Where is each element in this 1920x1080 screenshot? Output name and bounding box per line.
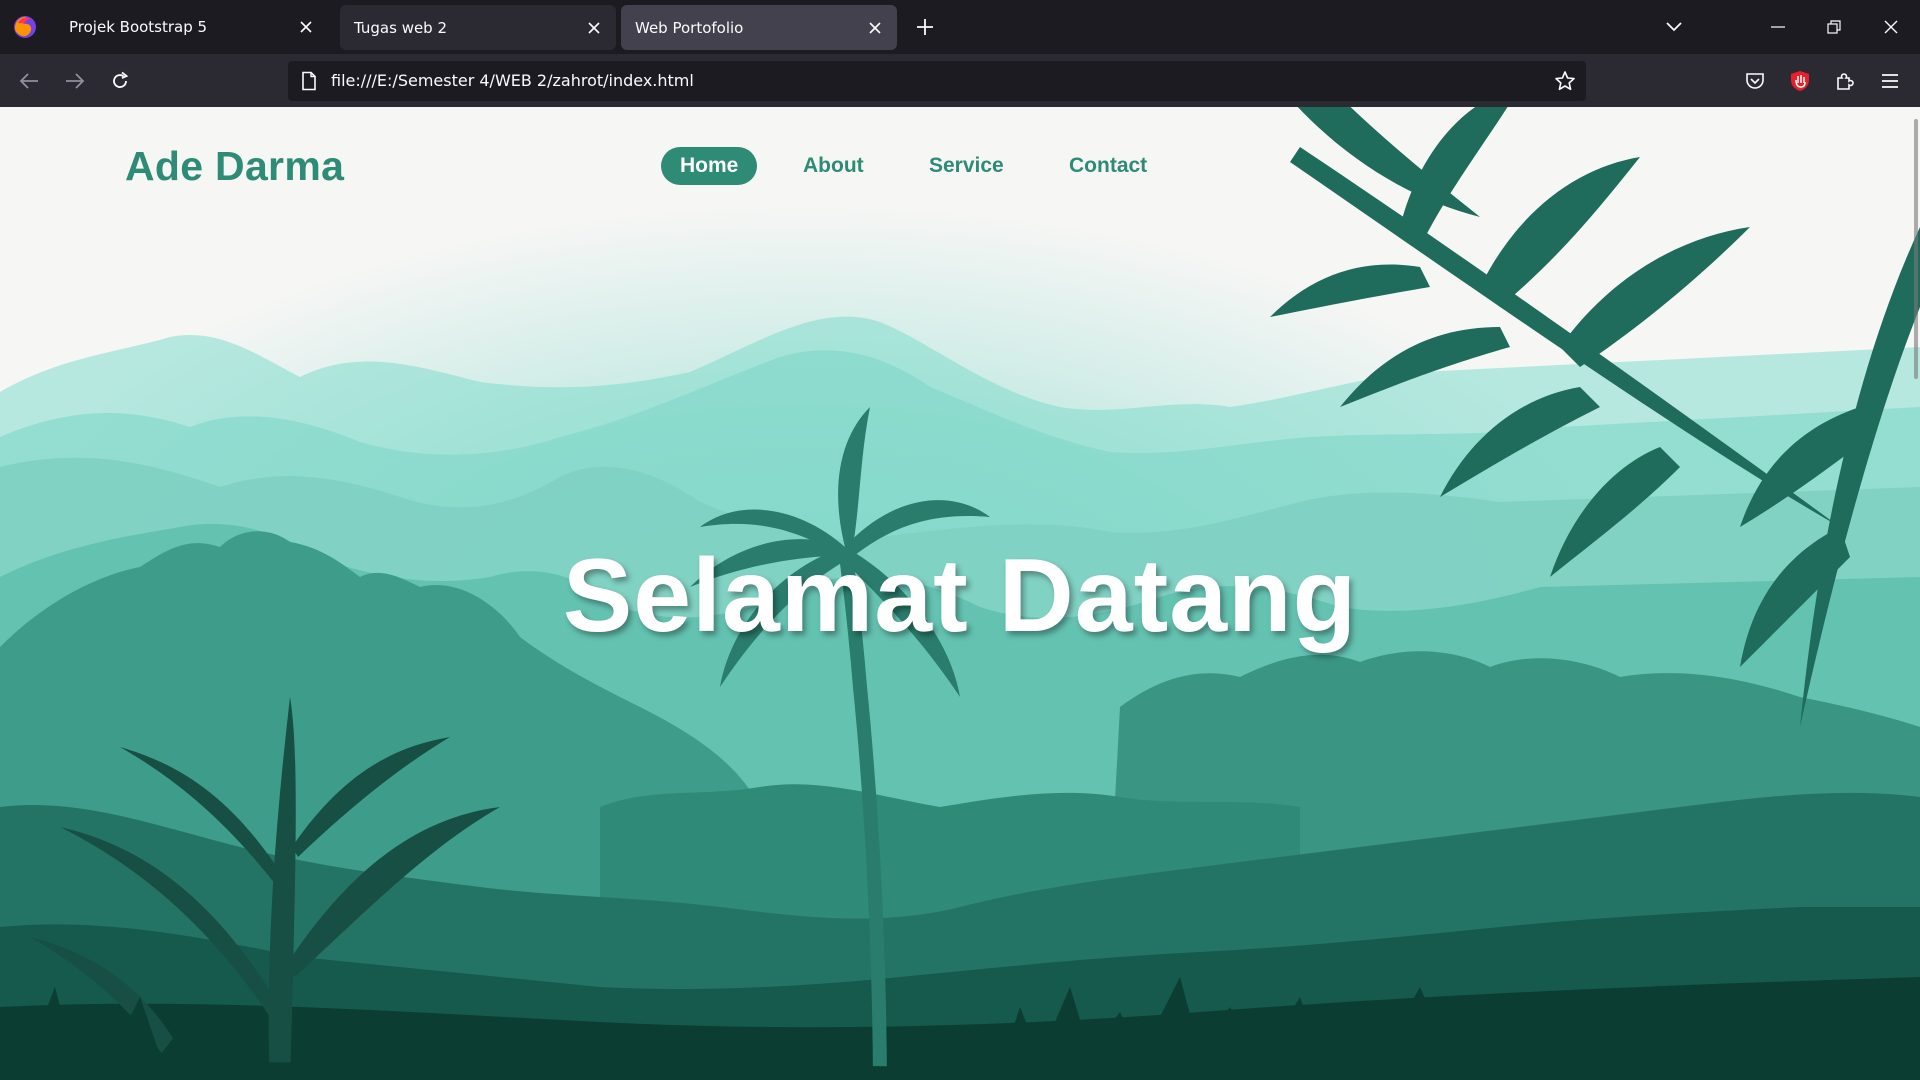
hero-title: Selamat Datang	[562, 538, 1358, 654]
extension-red-icon	[1791, 71, 1809, 91]
reload-button[interactable]	[103, 64, 137, 98]
restore-icon	[1827, 20, 1841, 34]
nav-service[interactable]: Service	[929, 147, 1004, 185]
tab-web-portofolio[interactable]: Web Portofolio	[621, 5, 897, 50]
nav-about[interactable]: About	[803, 147, 864, 185]
tab-tugas-web[interactable]: Tugas web 2	[340, 5, 616, 50]
minimize-icon	[1771, 26, 1785, 28]
back-arrow-icon	[19, 73, 38, 89]
forward-button[interactable]	[58, 64, 92, 98]
tab-projek-bootstrap[interactable]: Projek Bootstrap 5	[56, 0, 328, 54]
minimize-button[interactable]	[1758, 8, 1798, 46]
back-button[interactable]	[12, 64, 46, 98]
extensions-button[interactable]	[1828, 64, 1862, 98]
chevron-down-icon	[1666, 22, 1682, 32]
plus-icon	[917, 19, 933, 35]
close-icon[interactable]	[292, 13, 320, 41]
tab-bar: Projek Bootstrap 5 Tugas web 2 Web Porto…	[0, 0, 1920, 54]
tab-label: Web Portofolio	[635, 18, 744, 37]
star-icon[interactable]	[1554, 70, 1576, 92]
nav-contact[interactable]: Contact	[1069, 147, 1147, 185]
close-icon[interactable]	[580, 14, 608, 42]
nav-home[interactable]: Home	[661, 147, 758, 185]
url-text[interactable]: file:///E:/Semester 4/WEB 2/zahrot/index…	[331, 61, 694, 101]
app-menu-button[interactable]	[1873, 64, 1907, 98]
page-viewport: Ade Darma Home About Service Contact Sel…	[0, 107, 1920, 1080]
page-scrollbar[interactable]	[1914, 119, 1918, 379]
pocket-button[interactable]	[1738, 64, 1772, 98]
extension-button[interactable]	[1783, 64, 1817, 98]
tab-label: Tugas web 2	[354, 18, 448, 37]
puzzle-icon	[1837, 73, 1854, 90]
forward-arrow-icon	[66, 73, 85, 89]
new-tab-button[interactable]	[910, 12, 940, 42]
hamburger-menu-icon	[1882, 74, 1898, 88]
restore-button[interactable]	[1814, 8, 1854, 46]
reload-icon	[113, 71, 129, 88]
firefox-logo-icon[interactable]	[12, 14, 38, 40]
address-bar[interactable]: file:///E:/Semester 4/WEB 2/zahrot/index…	[288, 61, 1586, 101]
pocket-icon	[1746, 73, 1764, 89]
page-icon	[302, 71, 316, 91]
close-window-button[interactable]	[1871, 8, 1911, 46]
brand-logo[interactable]: Ade Darma	[125, 143, 344, 190]
close-icon	[1884, 20, 1898, 34]
close-icon[interactable]	[861, 14, 889, 42]
list-all-tabs-button[interactable]	[1654, 8, 1694, 46]
tab-label: Projek Bootstrap 5	[69, 18, 208, 36]
